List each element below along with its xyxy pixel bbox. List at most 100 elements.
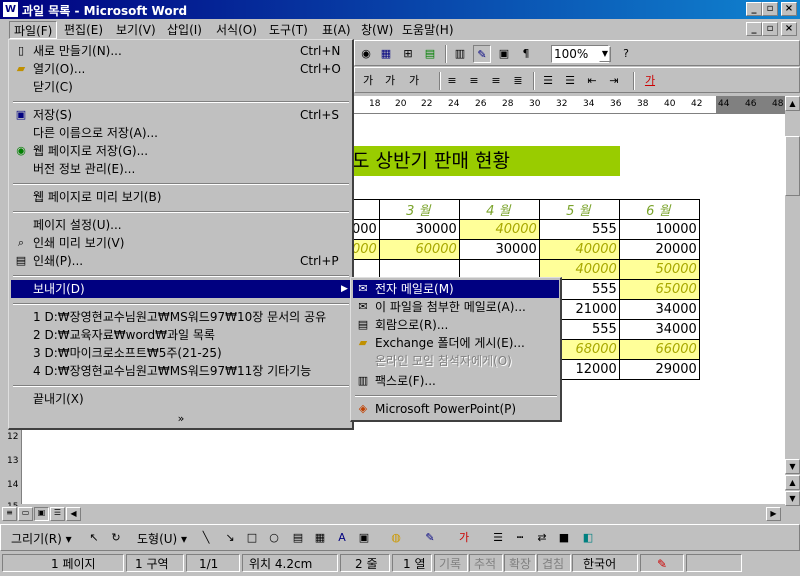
- table-cell[interactable]: 50000: [618, 259, 700, 280]
- menu-item-new[interactable]: ▯ 새로 만들기(N)... Ctrl+N: [11, 42, 351, 60]
- numbering-icon[interactable]: ☰: [539, 72, 557, 90]
- 3d-icon[interactable]: ◧: [579, 529, 597, 547]
- text-box-icon[interactable]: ▤: [289, 529, 307, 547]
- insert-excel-icon[interactable]: ▤: [421, 45, 439, 63]
- arrow-style-icon[interactable]: ⇄: [533, 529, 551, 547]
- drawing-icon[interactable]: ✎: [473, 45, 491, 63]
- menu-file[interactable]: 파일(F): [9, 21, 58, 39]
- table-header[interactable]: 5 월: [538, 199, 620, 220]
- vertical-scrollbar[interactable]: ▲ ▼ ▲ ▼: [785, 96, 800, 506]
- scroll-thumb[interactable]: [785, 136, 800, 196]
- align-right-icon[interactable]: ≡: [487, 72, 505, 90]
- table-cell[interactable]: 555: [538, 219, 620, 240]
- line-icon[interactable]: ╲: [197, 529, 215, 547]
- menu-tools[interactable]: 도구(T): [265, 21, 312, 39]
- table-cell[interactable]: 65000: [618, 279, 700, 300]
- send-mail-item[interactable]: ✉ 전자 메일로(M): [353, 280, 559, 298]
- line-style-icon[interactable]: ☰: [489, 529, 507, 547]
- font-color-icon[interactable]: 가: [641, 72, 659, 90]
- wordart-icon[interactable]: ▦: [311, 529, 329, 547]
- table-cell[interactable]: 40000: [458, 219, 540, 240]
- insert-table-icon[interactable]: ⊞: [399, 45, 417, 63]
- table-cell[interactable]: 000: [352, 239, 380, 260]
- doc-minimize-button[interactable]: _: [746, 22, 762, 36]
- menu-item-page-setup[interactable]: 페이지 설정(U)...: [11, 216, 351, 234]
- char-border-icon[interactable]: 가: [359, 72, 377, 90]
- status-ext[interactable]: 확장: [504, 554, 536, 572]
- status-ovr[interactable]: 겹침: [537, 554, 571, 572]
- line-color-icon[interactable]: ✎: [421, 529, 439, 547]
- recent-file-4[interactable]: 4 D:₩장영현교수님원고₩MS워드97₩11장 기타기능: [11, 362, 351, 380]
- table-header[interactable]: 3 월: [378, 199, 460, 220]
- zoom-dropdown-icon[interactable]: ▼: [599, 46, 611, 62]
- justify-icon[interactable]: ≣: [509, 72, 527, 90]
- document-title[interactable]: 도 상반기 판매 현황: [352, 146, 620, 176]
- menu-item-exit[interactable]: 끝내기(X): [11, 390, 351, 408]
- table-header[interactable]: 6 월: [618, 199, 700, 220]
- outline-view-icon[interactable]: ☰: [50, 507, 65, 521]
- clipart-icon[interactable]: A: [333, 529, 351, 547]
- close-button[interactable]: ×: [781, 2, 797, 16]
- menu-view[interactable]: 보기(V): [112, 21, 160, 39]
- columns-icon[interactable]: ▥: [451, 45, 469, 63]
- scroll-left-icon[interactable]: ◀: [66, 507, 81, 521]
- menu-edit[interactable]: 편집(E): [60, 21, 107, 39]
- table-cell[interactable]: 30000: [378, 219, 460, 240]
- table-cell[interactable]: 34000: [618, 299, 700, 320]
- menu-item-print[interactable]: ▤ 인쇄(P)... Ctrl+P: [11, 252, 351, 270]
- char-shading-icon[interactable]: 가: [381, 72, 399, 90]
- table-cell[interactable]: 60000: [378, 239, 460, 260]
- fill-color-icon[interactable]: ◍: [387, 529, 405, 547]
- picture-icon[interactable]: ▣: [355, 529, 373, 547]
- oval-icon[interactable]: ○: [265, 529, 283, 547]
- recent-file-2[interactable]: 2 D:₩교육자료₩word₩과일 목록: [11, 326, 351, 344]
- maximize-button[interactable]: ▫: [762, 2, 778, 16]
- menu-item-save-as[interactable]: 다른 이름으로 저장(A)...: [11, 124, 351, 142]
- help-icon[interactable]: ?: [617, 45, 635, 63]
- show-hide-icon[interactable]: ¶: [517, 45, 535, 63]
- menu-format[interactable]: 서식(O): [212, 21, 261, 39]
- phonetic-icon[interactable]: 가: [405, 72, 423, 90]
- scroll-down-icon[interactable]: ▼: [785, 459, 800, 474]
- web-icon[interactable]: ◉: [357, 45, 375, 63]
- tables-borders-icon[interactable]: ▦: [377, 45, 395, 63]
- rectangle-icon[interactable]: □: [243, 529, 261, 547]
- prev-page-icon[interactable]: ▲: [785, 475, 800, 490]
- shadow-icon[interactable]: ■: [555, 529, 573, 547]
- send-exchange-item[interactable]: ▰ Exchange 폴더에 게시(E)...: [353, 334, 559, 352]
- menu-item-versions[interactable]: 버전 정보 관리(E)...: [11, 160, 351, 178]
- expand-menu-icon[interactable]: »: [11, 410, 351, 428]
- menu-item-save[interactable]: ▣ 저장(S) Ctrl+S: [11, 106, 351, 124]
- autoshapes-button[interactable]: 도형(U) ▾: [137, 530, 187, 547]
- table-cell[interactable]: 34000: [618, 319, 700, 340]
- menu-item-close[interactable]: 닫기(C): [11, 78, 351, 96]
- send-attachment-item[interactable]: ✉ 이 파일을 첨부한 메일로(A)...: [353, 298, 559, 316]
- table-cell[interactable]: 66000: [618, 339, 700, 360]
- table-cell[interactable]: 40000: [538, 239, 620, 260]
- horizontal-scrollbar[interactable]: ≡ ▭ ▣ ☰ ◀ ▶: [0, 506, 785, 522]
- print-view-icon[interactable]: ▣: [34, 507, 49, 521]
- draw-menu-button[interactable]: 그리기(R) ▾: [11, 530, 72, 547]
- decrease-indent-icon[interactable]: ⇤: [583, 72, 601, 90]
- align-left-icon[interactable]: ≡: [443, 72, 461, 90]
- font-color-draw-icon[interactable]: 가: [455, 529, 473, 547]
- next-page-icon[interactable]: ▼: [785, 491, 800, 506]
- menu-insert[interactable]: 삽입(I): [163, 21, 206, 39]
- horizontal-ruler[interactable]: 18 20 22 24 26 28 30 32 34 36 38 40 42 4…: [354, 96, 785, 114]
- table-cell[interactable]: 29000: [618, 359, 700, 380]
- minimize-button[interactable]: _: [746, 2, 762, 16]
- web-view-icon[interactable]: ▭: [18, 507, 33, 521]
- table-cell[interactable]: 20000: [618, 239, 700, 260]
- menu-item-print-preview[interactable]: ⌕ 인쇄 미리 보기(V): [11, 234, 351, 252]
- doc-map-icon[interactable]: ▣: [495, 45, 513, 63]
- menu-item-save-web[interactable]: ◉ 웹 페이지로 저장(G)...: [11, 142, 351, 160]
- align-center-icon[interactable]: ≡: [465, 72, 483, 90]
- dash-style-icon[interactable]: ┅: [511, 529, 529, 547]
- free-rotate-icon[interactable]: ↻: [107, 529, 125, 547]
- menu-window[interactable]: 창(W): [357, 21, 397, 39]
- menu-item-send-to[interactable]: 보내기(D) ▶: [11, 280, 351, 298]
- scroll-right-icon[interactable]: ▶: [766, 507, 781, 521]
- send-fax-item[interactable]: ▥ 팩스로(F)...: [353, 372, 559, 390]
- recent-file-1[interactable]: 1 D:₩장영현교수님원고₩MS워드97₩10장 문서의 공유: [11, 308, 351, 326]
- doc-close-button[interactable]: ×: [781, 22, 797, 36]
